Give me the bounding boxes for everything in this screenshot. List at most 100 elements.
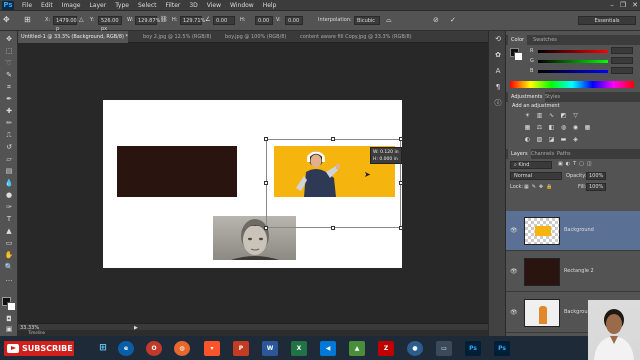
tab-content-aware-copy[interactable]: content aware fill Copy.jpg @ 33.3% (RGB… <box>297 31 417 43</box>
eraser-tool-icon[interactable]: ▱ <box>3 155 15 163</box>
blue-slider[interactable] <box>538 70 608 73</box>
menu-help[interactable]: Help <box>263 2 277 9</box>
invert-icon[interactable]: ◐ <box>524 136 531 143</box>
gradient-map-icon[interactable]: ▬ <box>560 136 567 143</box>
transform-handle-top-left[interactable] <box>264 137 268 141</box>
reference-point-icon[interactable]: ⊞ <box>24 15 34 25</box>
blur-tool-icon[interactable]: 💧 <box>3 179 15 187</box>
photoshop-taskbar-icon[interactable]: Ps <box>465 341 481 356</box>
healing-tool-icon[interactable]: ✚ <box>3 107 15 115</box>
channel-mixer-icon[interactable]: ◉ <box>572 124 579 131</box>
menu-window[interactable]: Window <box>230 2 254 9</box>
r-input[interactable] <box>611 47 633 54</box>
photo-filter-icon[interactable]: ◍ <box>560 124 567 131</box>
layer-row-background-selected[interactable]: 👁 Background <box>506 211 640 251</box>
tab-untitled-1[interactable]: Untitled-1 @ 33.3% (Background, RGB/8) * <box>18 31 128 43</box>
opacity-input[interactable]: 100% <box>586 172 606 180</box>
brush-tool-icon[interactable]: ✏ <box>3 119 15 127</box>
tab-boy[interactable]: boy.jpg @ 100% (RGB/8) <box>222 31 297 43</box>
menu-layer[interactable]: Layer <box>89 2 106 9</box>
photos-app-icon[interactable]: ▲ <box>349 341 365 356</box>
transform-handle-top[interactable] <box>331 137 335 141</box>
filezilla-app-icon[interactable]: Z <box>378 341 394 356</box>
edge-browser-icon[interactable]: e <box>118 341 134 356</box>
menu-select[interactable]: Select <box>138 2 157 9</box>
transform-handle-bottom[interactable] <box>331 226 335 230</box>
layer-row-rectangle-2[interactable]: 👁 Rectangle 2 <box>506 252 640 292</box>
paragraph-panel-icon[interactable]: ¶ <box>492 83 504 91</box>
screen-mode-icon[interactable]: ▣ <box>3 325 15 333</box>
move-tool-icon[interactable]: ✥ <box>3 35 15 43</box>
brush-panel-icon[interactable]: ✿ <box>492 51 504 59</box>
character-panel-icon[interactable]: A <box>492 67 504 75</box>
menu-type[interactable]: Type <box>115 2 129 9</box>
window-app-icon[interactable]: ▭ <box>436 341 452 356</box>
threshold-icon[interactable]: ◪ <box>548 136 555 143</box>
tab-swatches[interactable]: Swatches <box>530 35 560 45</box>
transform-handle-top-right[interactable] <box>399 137 403 141</box>
warp-icon[interactable]: ⌓ <box>386 15 396 25</box>
height-input[interactable]: 129.71% <box>180 16 205 25</box>
hue-saturation-icon[interactable]: ▦ <box>524 124 531 131</box>
timeline-label[interactable]: Timeline <box>28 330 45 335</box>
transform-handle-right[interactable] <box>399 181 403 185</box>
transform-handle-bottom-left[interactable] <box>264 226 268 230</box>
b-input[interactable] <box>611 67 633 74</box>
pen-tool-icon[interactable]: ✑ <box>3 203 15 211</box>
word-app-icon[interactable]: W <box>262 341 278 356</box>
visibility-eye-icon[interactable]: 👁 <box>510 268 518 275</box>
layer-filter-kind[interactable]: ⌕ Kind <box>510 161 552 169</box>
black-white-icon[interactable]: ◧ <box>548 124 555 131</box>
zoom-tool-icon[interactable]: 🔍 <box>3 263 15 271</box>
curves-adjust-icon[interactable]: ∿ <box>548 112 555 119</box>
fill-input[interactable]: 100% <box>586 183 606 191</box>
brightness-adjust-icon[interactable]: ☀ <box>524 112 531 119</box>
color-panel-bg-swatch[interactable] <box>514 52 523 61</box>
menu-image[interactable]: Image <box>62 2 81 9</box>
gradient-tool-icon[interactable]: ▤ <box>3 167 15 175</box>
dodge-tool-icon[interactable]: ● <box>3 191 15 199</box>
minimize-button[interactable]: – <box>610 0 614 11</box>
photoshop-taskbar-icon-2[interactable]: Ps <box>494 341 510 356</box>
stamp-tool-icon[interactable]: ⎍ <box>3 131 15 139</box>
h-skew-input[interactable]: 0.00 <box>255 16 273 25</box>
color-lookup-icon[interactable]: ▦ <box>584 124 591 131</box>
posterize-icon[interactable]: ▨ <box>536 136 543 143</box>
layer-name[interactable]: Background <box>564 227 594 233</box>
link-icon[interactable]: ⛓ <box>160 15 170 25</box>
red-slider[interactable] <box>538 50 608 53</box>
excel-app-icon[interactable]: X <box>291 341 307 356</box>
visibility-eye-icon[interactable]: 👁 <box>510 309 518 316</box>
more-tools-icon[interactable]: … <box>3 275 15 283</box>
x-input[interactable]: 1479.00 p <box>53 16 77 32</box>
menu-view[interactable]: View <box>207 2 221 9</box>
rectangle-2-shape[interactable] <box>117 146 237 197</box>
levels-adjust-icon[interactable]: ▥ <box>536 112 543 119</box>
path-select-tool-icon[interactable]: ▲ <box>3 227 15 235</box>
selective-color-icon[interactable]: ◈ <box>572 136 579 143</box>
green-slider[interactable] <box>538 60 608 63</box>
menu-edit[interactable]: Edit <box>41 2 53 9</box>
media-app-icon[interactable]: ● <box>407 341 423 356</box>
interpolation-select[interactable]: Bicubic <box>354 16 380 25</box>
cancel-transform-icon[interactable]: ⊘ <box>433 15 443 25</box>
tab-color[interactable]: Color <box>508 35 528 45</box>
tab-adjustments[interactable]: Adjustments <box>508 92 546 102</box>
brave-browser-icon[interactable]: ▾ <box>204 341 220 356</box>
background-color-swatch[interactable] <box>7 302 16 311</box>
powerpoint-app-icon[interactable]: P <box>233 341 249 356</box>
layer-filter-icons[interactable]: ▣◐T▢◫ <box>558 161 595 167</box>
menu-3d[interactable]: 3D <box>189 2 197 9</box>
lock-icons[interactable]: ▦✎✥🔒 <box>524 184 555 190</box>
color-balance-icon[interactable]: ⚖ <box>536 124 543 131</box>
tab-paths[interactable]: Paths <box>554 149 574 159</box>
transform-handle-left[interactable] <box>264 181 268 185</box>
commit-transform-icon[interactable]: ✓ <box>450 15 460 25</box>
tab-styles[interactable]: Styles <box>542 92 563 102</box>
history-panel-icon[interactable]: ⟲ <box>492 35 504 43</box>
restore-button[interactable]: ❐ <box>620 0 626 11</box>
type-tool-icon[interactable]: T <box>3 215 15 223</box>
v-skew-input[interactable]: 0.00 <box>285 16 303 25</box>
lasso-tool-icon[interactable]: ➰ <box>3 59 15 67</box>
history-brush-icon[interactable]: ↺ <box>3 143 15 151</box>
